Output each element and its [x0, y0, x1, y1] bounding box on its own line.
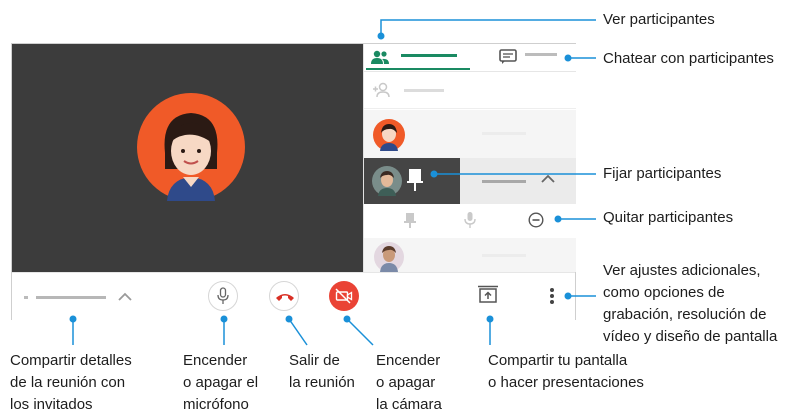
label-compartir-detalles: Compartir detalles de la reunión con los…: [10, 352, 132, 413]
label-chatear: Chatear con participantes: [603, 50, 774, 67]
label-camara: Encender o apagar la cámara: [376, 352, 442, 413]
label-fijar: Fijar participantes: [603, 165, 722, 182]
label-microfono: Encender o apagar el micrófono: [183, 352, 259, 413]
label-quitar: Quitar participantes: [603, 209, 734, 226]
label-ajustes: Ver ajustes adicionales, como opciones d…: [603, 262, 778, 345]
label-ver-participantes: Ver participantes: [603, 11, 715, 28]
label-pantalla: Compartir tu pantalla o hacer presentaci…: [488, 352, 644, 391]
label-salir: Salir de la reunión: [289, 352, 355, 391]
